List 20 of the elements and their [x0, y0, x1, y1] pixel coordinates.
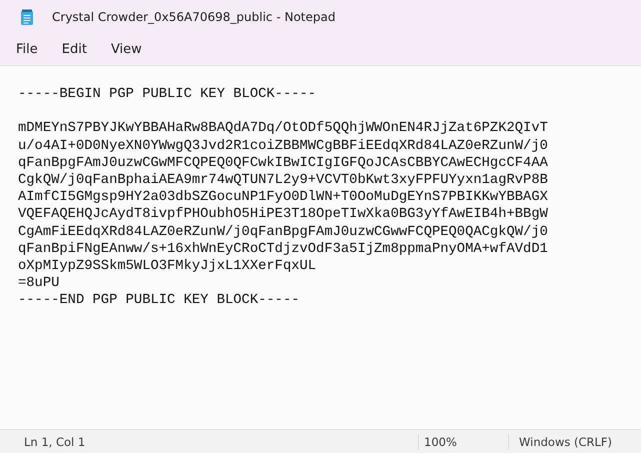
window-title: Crystal Crowder_0x56A70698_public - Notepad: [52, 10, 336, 24]
text-line: CgkQW/j0qFanBphaiAEA9mr74wQTUN7L2y9+VCVT0bKwt3xyFPFUYyxn1agRvP8B: [18, 172, 548, 190]
text-line: u/o4AI+0D0NyeXN0YWwgQ3Jvd2R1coiZBBMWCgBBFiEEdqXRd84LAZ0eRZunW/j0: [18, 138, 548, 155]
zoom-level: 100%: [423, 434, 458, 448]
menu-item[interactable]: File: [6, 38, 48, 61]
line-ending: Windows (CRLF): [518, 434, 612, 448]
text-line: qFanBpgFAmJ0uzwCGwMFCQPEQ0QFCwkIBwICIgIGFQoJCAsCBBYCAwECHgcCF4AA: [18, 154, 548, 172]
text-line: AImfCI5GMgsp9HY2a03dbSZGocuNP1FyO0DlWN+T0OoMuDgEYnS7PBIKKwYBBAGX: [18, 189, 548, 206]
menu-item[interactable]: View: [100, 38, 152, 61]
text-line: qFanBpiFNgEAnww/s+16xhWnEyCRoCTdjzvOdF3a5IjZm8ppmaPnyOMA+wfAVdD1: [18, 240, 548, 258]
text-line: -----BEGIN PGP PUBLIC KEY BLOCK-----: [18, 86, 316, 104]
cursor-position: Ln 1, Col 1: [23, 434, 86, 448]
text-line: CgAmFiEEdqXRd84LAZ0eRZunW/j0qFanBpgFAmJ0uzwCGwwFCQPEQ0QACgkQW/j0: [18, 224, 548, 241]
text-line: -----END PGP PUBLIC KEY BLOCK-----: [18, 292, 300, 310]
text-line: oXpMIypZ9SSkm5WLO3FMkyJjxL1XXerFqxUL: [18, 258, 316, 276]
notepad-icon: [20, 8, 34, 26]
text-line: mDMEYnS7PBYJKwYBBAHaRw8BAQdA7Dq/OtODf5QQhjWWOnEN4RJjZat6PZK2QIvT: [18, 120, 548, 138]
text-line: VQEFAQEHQJcAydT8ivpfPHOubhO5HiPE3T18OpeTIwXka0BG3yYfAwEIB4h+BBgW: [18, 206, 548, 224]
text-line: =8uPU: [18, 275, 60, 292]
menu-item[interactable]: Edit: [52, 38, 97, 61]
